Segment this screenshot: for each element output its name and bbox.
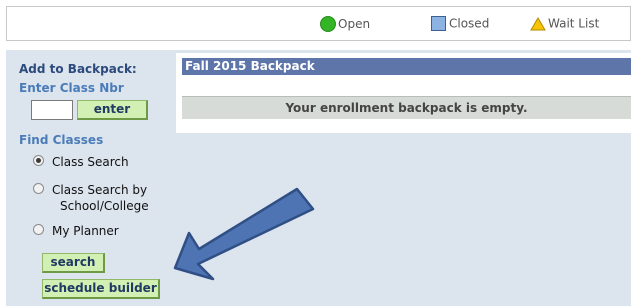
backpack-title: Fall 2015 Backpack xyxy=(182,58,631,75)
backpack-panel: Fall 2015 Backpack Your enrollment backp… xyxy=(176,53,635,133)
legend-closed: Closed xyxy=(431,16,489,31)
waitlist-status-icon xyxy=(530,16,546,30)
radio-button[interactable] xyxy=(33,224,44,235)
legend-open: Open xyxy=(320,16,370,32)
enter-button[interactable]: enter xyxy=(77,100,148,120)
open-status-icon xyxy=(320,16,336,32)
radio-button-selected[interactable] xyxy=(33,155,44,166)
radio-class-search-label: Class Search xyxy=(52,155,129,169)
status-legend: Open Closed Wait List xyxy=(6,6,631,41)
search-button[interactable]: search xyxy=(42,253,105,273)
radio-class-search-by-school-label: Class Search by xyxy=(52,183,148,197)
backpack-main-panel: Add to Backpack: Enter Class Nbr enter F… xyxy=(6,50,635,306)
legend-closed-label: Closed xyxy=(449,16,490,31)
legend-open-label: Open xyxy=(338,17,371,31)
closed-status-icon xyxy=(431,16,446,31)
radio-my-planner-label: My Planner xyxy=(52,224,119,238)
add-to-backpack-sidebar: Add to Backpack: Enter Class Nbr enter F… xyxy=(6,50,176,306)
legend-waitlist: Wait List xyxy=(530,16,599,31)
backpack-empty-message: Your enrollment backpack is empty. xyxy=(182,96,631,119)
find-classes-heading: Find Classes xyxy=(19,133,104,147)
class-nbr-input[interactable] xyxy=(31,100,73,120)
enter-class-nbr-heading: Enter Class Nbr xyxy=(19,81,124,95)
add-to-backpack-heading: Add to Backpack: xyxy=(19,62,137,76)
schedule-builder-button[interactable]: schedule builder xyxy=(42,279,160,299)
radio-class-search-by-school-label-line2: School/College xyxy=(60,199,149,213)
legend-waitlist-label: Wait List xyxy=(548,16,600,31)
radio-button[interactable] xyxy=(33,183,44,194)
